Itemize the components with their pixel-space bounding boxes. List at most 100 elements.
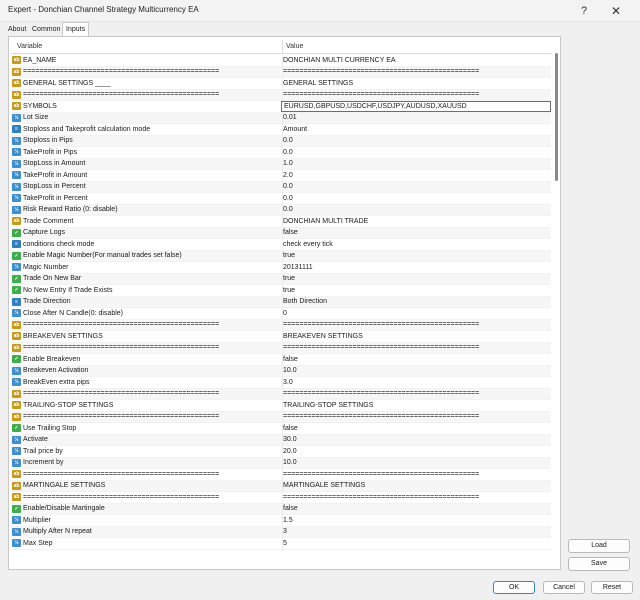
- table-row[interactable]: ab BREAKEVEN SETTINGS BREAKEVEN SETTINGS: [11, 331, 551, 343]
- load-button[interactable]: Load: [568, 539, 630, 553]
- variable-value[interactable]: 0.0: [283, 149, 293, 156]
- variable-value[interactable]: ========================================…: [283, 91, 479, 98]
- table-row[interactable]: ½ Multiplier 1.5: [11, 515, 551, 527]
- table-row[interactable]: ≡ conditions check mode check every tick: [11, 239, 551, 251]
- table-row[interactable]: ✓ No New Entry If Trade Exists true: [11, 285, 551, 297]
- save-button[interactable]: Save: [568, 557, 630, 571]
- table-row[interactable]: ½ StopLoss in Percent 0.0: [11, 181, 551, 193]
- table-row[interactable]: ab Trade Comment DONCHIAN MULTI TRADE: [11, 216, 551, 228]
- variable-value[interactable]: true: [283, 252, 295, 259]
- table-row[interactable]: ½ Risk Reward Ratio (0: disable) 0.0: [11, 204, 551, 216]
- variable-value[interactable]: 3.0: [283, 379, 293, 386]
- table-row[interactable]: ½ Close After N Candle(0: disable) 0: [11, 308, 551, 320]
- table-row[interactable]: ✓ Enable/Disable Martingale false: [11, 503, 551, 515]
- table-row[interactable]: ab ======================================…: [11, 89, 551, 101]
- variable-value[interactable]: true: [283, 275, 295, 282]
- column-divider[interactable]: [282, 40, 283, 54]
- variable-value[interactable]: ========================================…: [283, 471, 479, 478]
- variable-value[interactable]: true: [283, 287, 295, 294]
- variable-value[interactable]: 0: [283, 310, 287, 317]
- table-row[interactable]: ab ======================================…: [11, 66, 551, 78]
- value-edit-field[interactable]: EURUSD,GBPUSD,USDCHF,USDJPY,AUDUSD,XAUUS…: [281, 101, 551, 112]
- table-row[interactable]: ≡ Trade Direction Both Direction: [11, 296, 551, 308]
- table-row[interactable]: ab GENERAL SETTINGS ____ GENERAL SETTINGS: [11, 78, 551, 90]
- column-header-variable[interactable]: Variable: [17, 43, 42, 50]
- table-row[interactable]: ✓ Enable Magic Number(For manual trades s…: [11, 250, 551, 262]
- ok-button[interactable]: OK: [493, 581, 535, 594]
- table-row[interactable]: ab ======================================…: [11, 342, 551, 354]
- table-row[interactable]: ab ======================================…: [11, 388, 551, 400]
- table-row[interactable]: ab ======================================…: [11, 492, 551, 504]
- table-row[interactable]: ½ StopLoss in Amount 1.0: [11, 158, 551, 170]
- table-row[interactable]: ab SYMBOLS EURUSD,GBPUSD,USDCHF,USDJPY,AUD…: [11, 101, 551, 113]
- table-row[interactable]: ab EA_NAME DONCHIAN MULTI CURRENCY EA: [11, 55, 551, 67]
- variable-value[interactable]: 3: [283, 528, 287, 535]
- variable-value[interactable]: ========================================…: [283, 413, 479, 420]
- variable-value[interactable]: 0.0: [283, 183, 293, 190]
- table-row[interactable]: ab TRAILING-STOP SETTINGS TRAILING-STOP SE…: [11, 400, 551, 412]
- variable-value[interactable]: 10.0: [283, 367, 297, 374]
- table-row[interactable]: ✓ Capture Logs false: [11, 227, 551, 239]
- variable-value[interactable]: ========================================…: [283, 494, 479, 501]
- table-row[interactable]: ab MARTINGALE SETTINGS MARTINGALE SETTINGS: [11, 480, 551, 492]
- variable-value[interactable]: false: [283, 425, 298, 432]
- variable-value[interactable]: ========================================…: [283, 321, 479, 328]
- variable-value[interactable]: 1.5: [283, 517, 293, 524]
- variable-value[interactable]: TRAILING-STOP SETTINGS: [283, 402, 373, 409]
- variable-value[interactable]: 20.0: [283, 448, 297, 455]
- table-row[interactable]: ½ Trail price by 20.0: [11, 446, 551, 458]
- scrollbar-thumb[interactable]: [555, 53, 558, 181]
- variable-value[interactable]: 5: [283, 540, 287, 547]
- variable-value[interactable]: 2.0: [283, 172, 293, 179]
- variable-value[interactable]: GENERAL SETTINGS: [283, 80, 353, 87]
- table-row[interactable]: ½ BreakEven extra pips 3.0: [11, 377, 551, 389]
- tab-common[interactable]: Common: [29, 23, 63, 36]
- variable-value[interactable]: 1.0: [283, 160, 293, 167]
- vertical-scrollbar[interactable]: [554, 53, 560, 569]
- table-row[interactable]: ½ TakeProfit in Percent 0.0: [11, 193, 551, 205]
- table-row[interactable]: ½ Multiply After N repeat 3: [11, 526, 551, 538]
- variable-value[interactable]: 0.0: [283, 137, 293, 144]
- table-row[interactable]: ½ Activate 30.0: [11, 434, 551, 446]
- variable-value[interactable]: DONCHIAN MULTI TRADE: [283, 218, 368, 225]
- variable-value[interactable]: Amount: [283, 126, 307, 133]
- variable-value[interactable]: 10.0: [283, 459, 297, 466]
- variable-value[interactable]: BREAKEVEN SETTINGS: [283, 333, 363, 340]
- variable-value[interactable]: ========================================…: [283, 390, 479, 397]
- variable-value[interactable]: false: [283, 229, 298, 236]
- table-row[interactable]: ab ======================================…: [11, 469, 551, 481]
- table-row[interactable]: ½ Increment by 10.0: [11, 457, 551, 469]
- reset-button[interactable]: Reset: [591, 581, 633, 594]
- table-row[interactable]: ≡ Stoploss and Takeprofit calculation mod…: [11, 124, 551, 136]
- tab-inputs[interactable]: Inputs: [62, 22, 90, 36]
- variable-value[interactable]: false: [283, 505, 298, 512]
- variable-value[interactable]: DONCHIAN MULTI CURRENCY EA: [283, 57, 396, 64]
- table-row[interactable]: ½ Stoploss in Pips 0.0: [11, 135, 551, 147]
- variable-value[interactable]: 0.01: [283, 114, 297, 121]
- variable-value[interactable]: Both Direction: [283, 298, 327, 305]
- table-row[interactable]: ½ Breakeven Activation 10.0: [11, 365, 551, 377]
- variable-value[interactable]: check every tick: [283, 241, 333, 248]
- variable-value[interactable]: 0.0: [283, 206, 293, 213]
- column-header-value[interactable]: Value: [286, 43, 303, 50]
- table-row[interactable]: ✓ Trade On New Bar true: [11, 273, 551, 285]
- table-row[interactable]: ½ Magic Number 20131111: [11, 262, 551, 274]
- table-row[interactable]: ½ Lot Size 0.01: [11, 112, 551, 124]
- close-icon[interactable]: ✕: [602, 0, 630, 22]
- help-icon[interactable]: ?: [570, 0, 598, 22]
- cancel-button[interactable]: Cancel: [543, 581, 585, 594]
- variable-value[interactable]: MARTINGALE SETTINGS: [283, 482, 365, 489]
- variable-value[interactable]: 0.0: [283, 195, 293, 202]
- variable-value[interactable]: false: [283, 356, 298, 363]
- table-row[interactable]: ✓ Enable Breakeven false: [11, 354, 551, 366]
- variable-value[interactable]: 30.0: [283, 436, 297, 443]
- variable-value[interactable]: ========================================…: [283, 68, 479, 75]
- table-row[interactable]: ½ TakeProfit in Amount 2.0: [11, 170, 551, 182]
- table-row[interactable]: ½ TakeProfit in Pips 0.0: [11, 147, 551, 159]
- table-row[interactable]: ab ======================================…: [11, 319, 551, 331]
- variable-value[interactable]: ========================================…: [283, 344, 479, 351]
- table-row[interactable]: ½ Max Step 5: [11, 538, 551, 550]
- table-row[interactable]: ab ======================================…: [11, 411, 551, 423]
- table-row[interactable]: ✓ Use Trailing Stop false: [11, 423, 551, 435]
- tab-about[interactable]: About: [5, 23, 29, 36]
